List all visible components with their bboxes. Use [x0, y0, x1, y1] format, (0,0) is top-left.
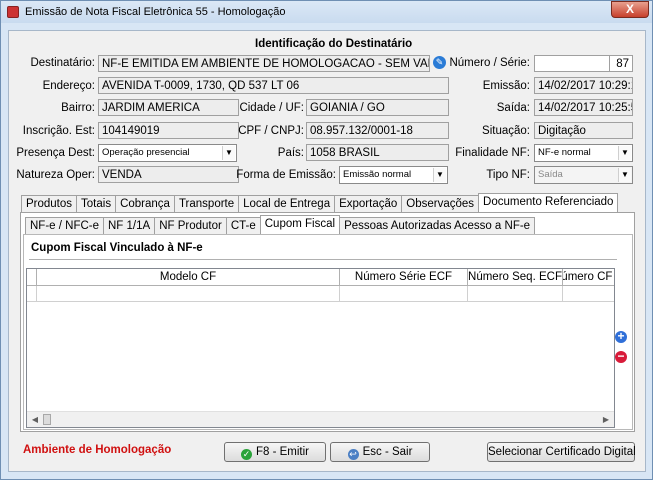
exit-icon: ↩ — [347, 449, 359, 460]
tab-local-entrega[interactable]: Local de Entrega — [238, 195, 336, 212]
grid-header-numero-cf[interactable]: Número CF (C — [563, 269, 614, 286]
emissao-field[interactable]: 14/02/2017 10:29:16 — [534, 77, 633, 94]
panel-title: Cupom Fiscal Vinculado à NF-e — [31, 242, 203, 254]
window-title: Emissão de Nota Fiscal Eletrônica 55 - H… — [25, 6, 286, 18]
finalidade-value: NF-e normal — [538, 147, 591, 158]
tab-transporte[interactable]: Transporte — [173, 195, 240, 212]
scroll-right-icon[interactable]: ▶ — [598, 412, 614, 428]
pais-label: País: — [277, 147, 304, 159]
cidade-uf-field[interactable]: GOIANIA / GO — [306, 99, 449, 116]
endereco-field[interactable]: AVENIDA T-0009, 1730, QD 537 LT 06 — [98, 77, 449, 94]
tab-nfe-nfce[interactable]: NF-e / NFC-e — [25, 217, 104, 234]
table-cell[interactable] — [563, 286, 614, 302]
tab-cte[interactable]: CT-e — [225, 217, 261, 234]
panel-divider — [29, 259, 617, 260]
scroll-left-icon[interactable]: ◀ — [27, 412, 43, 428]
grid-header-modelo-cf[interactable]: Modelo CF — [37, 269, 340, 286]
bairro-field[interactable]: JARDIM AMERICA — [98, 99, 239, 116]
saida-label: Saída: — [496, 102, 530, 114]
emitir-button[interactable]: ✓ F8 - Emitir — [224, 442, 326, 462]
emitir-label: F8 - Emitir — [255, 446, 310, 458]
grid-header-numero-cf-text: Número CF (C — [563, 271, 614, 283]
sub-tab-bar: NF-e / NFC-e NF 1/1A NF Produtor CT-e Cu… — [25, 215, 536, 234]
chevron-down-icon: ▼ — [222, 146, 235, 160]
tab-totais[interactable]: Totais — [76, 195, 117, 212]
section-title: Identificação do Destinatário — [255, 38, 413, 50]
chevron-down-icon: ▼ — [618, 168, 631, 182]
bairro-label: Bairro: — [61, 102, 95, 114]
title-bar: Emissão de Nota Fiscal Eletrônica 55 - H… — [1, 1, 652, 23]
cpf-cnpj-label: CPF / CNPJ: — [238, 125, 304, 137]
sair-label: Esc - Sair — [362, 446, 413, 458]
serie-field[interactable]: 87 — [609, 55, 633, 72]
remove-row-icon[interactable]: − — [615, 350, 627, 363]
cupom-fiscal-grid[interactable]: Modelo CF Número Série ECF Número Seq. E… — [26, 268, 615, 428]
tab-observacoes[interactable]: Observações — [401, 195, 480, 212]
tipo-label: Tipo NF: — [486, 169, 530, 181]
endereco-label: Endereço: — [42, 80, 95, 92]
tab-nf-1-1a[interactable]: NF 1/1A — [103, 217, 156, 234]
horizontal-scrollbar[interactable]: ◀ ▶ — [27, 411, 614, 427]
presenca-select[interactable]: Operação presencial ▼ — [98, 144, 237, 162]
table-cell[interactable] — [37, 286, 340, 302]
app-icon — [7, 6, 19, 18]
forma-emissao-value: Emissão normal — [343, 169, 412, 180]
situacao-field: Digitação — [534, 122, 633, 139]
tab-cupom-fiscal[interactable]: Cupom Fiscal — [259, 215, 341, 234]
scroll-thumb[interactable] — [43, 414, 51, 425]
tab-cobranca[interactable]: Cobrança — [115, 195, 175, 212]
natureza-label: Natureza Oper: — [16, 169, 95, 181]
certificado-button[interactable]: Selecionar Certificado Digital — [487, 442, 636, 462]
tab-exportacao[interactable]: Exportação — [334, 195, 403, 212]
tipo-value: Saída — [538, 169, 563, 180]
presenca-value: Operação presencial — [102, 147, 190, 158]
inscricao-field[interactable]: 104149019 — [98, 122, 239, 139]
sair-button[interactable]: ↩ Esc - Sair — [330, 442, 430, 462]
forma-emissao-select[interactable]: Emissão normal ▼ — [339, 166, 448, 184]
table-cell[interactable] — [340, 286, 468, 302]
pais-field[interactable]: 1058 BRASIL — [306, 144, 449, 161]
tipo-select: Saída ▼ — [534, 166, 633, 184]
chevron-down-icon: ▼ — [618, 146, 631, 160]
presenca-label: Presença Dest: — [16, 147, 95, 159]
finalidade-label: Finalidade NF: — [455, 147, 530, 159]
cidade-uf-label: Cidade / UF: — [239, 102, 304, 114]
forma-emissao-label: Forma de Emissão: — [236, 169, 336, 181]
situacao-label: Situação: — [482, 125, 530, 137]
tab-nf-produtor[interactable]: NF Produtor — [154, 217, 227, 234]
numero-serie-label: Número / Série: — [449, 57, 530, 69]
grid-indicator-header — [27, 269, 37, 286]
grid-header-numero-serie-ecf[interactable]: Número Série ECF — [340, 269, 468, 286]
table-row-indicator[interactable] — [27, 286, 37, 302]
ambiente-label: Ambiente de Homologação — [23, 444, 172, 456]
close-button[interactable]: X — [611, 1, 649, 18]
finalidade-select[interactable]: NF-e normal ▼ — [534, 144, 633, 162]
tab-documento-referenciado[interactable]: Documento Referenciado — [478, 193, 619, 212]
destinatario-field[interactable]: NF-E EMITIDA EM AMBIENTE DE HOMOLOGACAO … — [98, 55, 430, 72]
tab-pessoas-autorizadas[interactable]: Pessoas Autorizadas Acesso a NF-e — [339, 217, 536, 234]
inscricao-label: Inscrição. Est: — [22, 125, 95, 137]
saida-field[interactable]: 14/02/2017 10:25:53 — [534, 99, 633, 116]
emissao-label: Emissão: — [482, 80, 530, 92]
natureza-field[interactable]: VENDA — [98, 166, 239, 183]
check-icon: ✓ — [240, 449, 252, 460]
tab-produtos[interactable]: Produtos — [21, 195, 78, 212]
add-row-icon[interactable]: + — [615, 330, 627, 343]
main-window: Emissão de Nota Fiscal Eletrônica 55 - H… — [0, 0, 653, 480]
table-cell[interactable] — [468, 286, 563, 302]
grid-header-numero-seq-ecf[interactable]: Número Seq. ECF — [468, 269, 563, 286]
main-tab-bar: Produtos Totais Cobrança Transporte Loca… — [21, 193, 619, 212]
destinatario-label: Destinatário: — [30, 57, 95, 69]
cpf-cnpj-field[interactable]: 08.957.132/0001-18 — [306, 122, 449, 139]
